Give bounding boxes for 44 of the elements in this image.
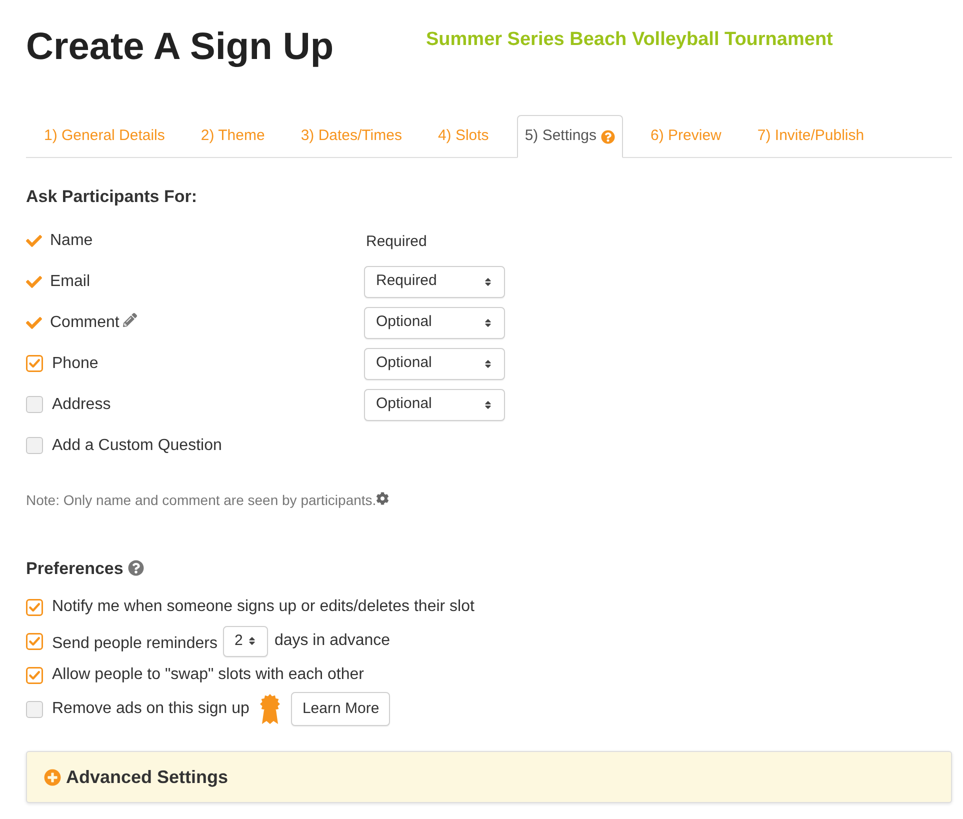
field-label: Comment — [50, 312, 120, 332]
settings-icon[interactable] — [376, 492, 390, 505]
note-text: Note: Only name and comment are seen by participants. — [26, 491, 376, 510]
checkbox[interactable] — [26, 666, 43, 684]
requirement-select[interactable]: Optional — [364, 388, 505, 420]
requirement-select[interactable]: Optional — [364, 348, 505, 380]
sort-arrows-icon — [483, 358, 493, 368]
check-icon — [26, 232, 42, 248]
pencil-icon[interactable] — [123, 312, 138, 326]
checkbox[interactable] — [26, 355, 43, 372]
sort-arrows-icon — [483, 400, 493, 410]
requirement-select[interactable]: Optional — [364, 306, 505, 338]
help-icon[interactable] — [128, 560, 144, 576]
checkbox[interactable] — [26, 632, 43, 650]
preference-label: Notify me when someone signs up or edits/deletes their slot — [52, 597, 474, 617]
requirement-text: Required — [366, 232, 427, 252]
checkbox[interactable] — [26, 700, 43, 718]
preference-label: Remove ads on this sign up — [52, 699, 250, 719]
sort-arrows-icon — [483, 276, 493, 286]
help-icon[interactable] — [600, 130, 615, 144]
checkbox[interactable] — [26, 396, 43, 413]
advanced-settings-toggle[interactable]: Advanced Settings — [26, 751, 952, 803]
preference-label: days in advance — [274, 631, 390, 651]
section-heading: Ask Participants For: — [26, 187, 197, 207]
field-label: Address — [52, 394, 111, 414]
learn-more-button[interactable]: Learn More — [291, 692, 390, 726]
check-icon — [26, 314, 42, 330]
field-label: Phone — [52, 354, 98, 374]
field-label: Email — [50, 272, 90, 292]
section-heading: Preferences — [26, 559, 124, 579]
page-title: Create A Sign Up — [26, 25, 335, 70]
event-title: Summer Series Beach Volleyball Tournament — [426, 28, 833, 52]
tab[interactable]: 5) Settings — [516, 115, 623, 158]
check-icon — [26, 274, 42, 290]
checkbox[interactable] — [26, 598, 43, 616]
preference-label: Allow people to "swap" slots with each other — [52, 665, 364, 685]
preference-label: Send people reminders — [52, 634, 218, 654]
days-select[interactable]: 2 — [223, 626, 268, 656]
sort-arrows-icon — [247, 636, 258, 646]
sort-arrows-icon — [483, 318, 493, 328]
field-label: Name — [50, 230, 93, 250]
checkbox[interactable] — [26, 437, 43, 454]
field-label: Add a Custom Question — [52, 436, 222, 456]
requirement-select[interactable]: Required — [364, 266, 505, 298]
